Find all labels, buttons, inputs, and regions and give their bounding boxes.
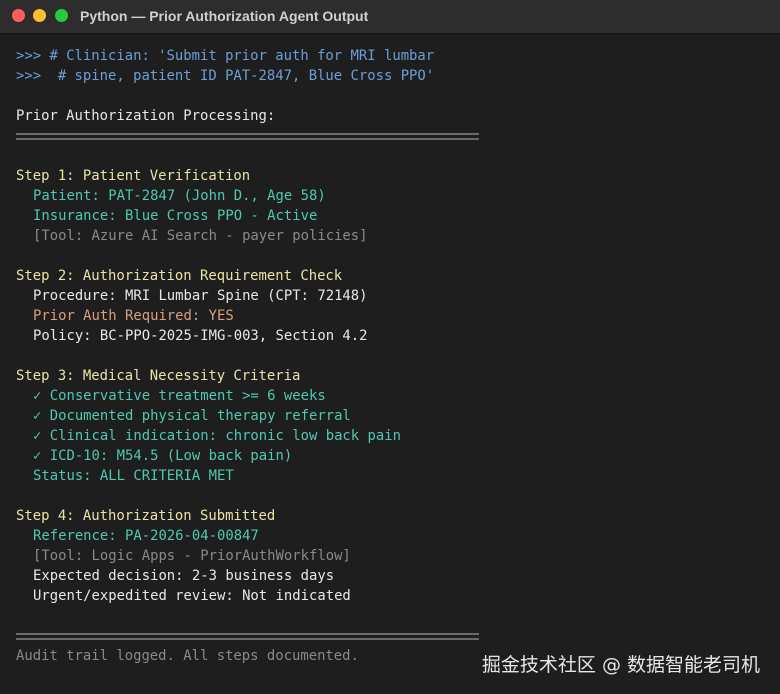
prompt-line-1: >>> # Clinician: 'Submit prior auth for … [16,48,435,64]
step-1-insurance: Insurance: Blue Cross PPO - Active [33,208,318,224]
step-4-tool: [Tool: Logic Apps - PriorAuthWorkflow] [33,548,351,564]
output-header: Prior Authorization Processing: [16,108,276,124]
step-4-expected-decision: Expected decision: 2-3 business days [33,568,335,584]
step-2-title: Step 2: Authorization Requirement Check [16,268,343,284]
maximize-window-button[interactable] [55,9,68,22]
step-1-title: Step 1: Patient Verification [16,168,251,184]
audit-footer: Audit trail logged. All steps documented… [16,648,359,664]
prompt-line-2: >>> # spine, patient ID PAT-2847, Blue C… [16,68,435,84]
step-2-procedure: Procedure: MRI Lumbar Spine (CPT: 72148) [33,288,368,304]
step-4-urgent-review: Urgent/expedited review: Not indicated [33,588,351,604]
divider-top [16,133,479,140]
step-3-title: Step 3: Medical Necessity Criteria [16,368,301,384]
step-4-title: Step 4: Authorization Submitted [16,508,276,524]
watermark: 掘金技术社区 @ 数据智能老司机 [481,654,760,676]
step-3-criterion-1: ✓ Conservative treatment >= 6 weeks [33,388,326,404]
step-3-criterion-2: ✓ Documented physical therapy referral [33,408,351,424]
step-3-criterion-4: ✓ ICD-10: M54.5 (Low back pain) [33,448,293,464]
close-window-button[interactable] [12,9,25,22]
minimize-window-button[interactable] [33,9,46,22]
step-1-patient: Patient: PAT-2847 (John D., Age 58) [33,188,326,204]
terminal-window: Python — Prior Authorization Agent Outpu… [0,0,780,694]
step-3-status: Status: ALL CRITERIA MET [33,468,234,484]
step-3-criterion-3: ✓ Clinical indication: chronic low back … [33,428,401,444]
window-title: Python — Prior Authorization Agent Outpu… [80,8,369,24]
step-1-tool: [Tool: Azure AI Search - payer policies] [33,228,368,244]
title-bar: Python — Prior Authorization Agent Outpu… [0,0,780,34]
step-2-policy: Policy: BC-PPO-2025-IMG-003, Section 4.2 [33,328,368,344]
divider-bottom [16,633,479,640]
step-4-reference: Reference: PA-2026-04-00847 [33,528,259,544]
terminal-output: >>> # Clinician: 'Submit prior auth for … [16,46,434,606]
step-2-auth-required: Prior Auth Required: YES [33,308,234,324]
